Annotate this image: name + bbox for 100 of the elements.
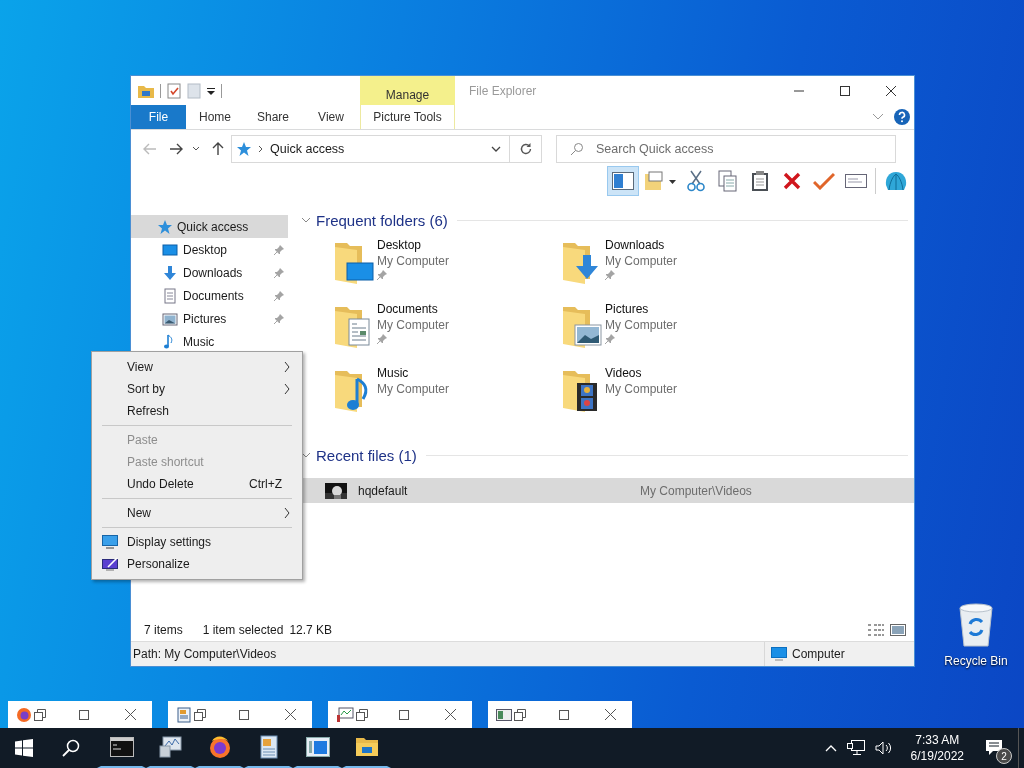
brush-monitor-icon	[102, 557, 118, 571]
minimized-window[interactable]	[168, 701, 312, 728]
folder-location: My Computer	[605, 254, 678, 268]
clock-date[interactable]: 6/19/2022	[910, 749, 964, 763]
sidebar-item[interactable]: Pictures	[131, 307, 288, 330]
chart-monitor-icon	[158, 736, 183, 758]
selection-count: 1 item selected	[202, 623, 284, 637]
menu-item[interactable]: New	[94, 502, 300, 524]
folder-location: My Computer	[377, 254, 450, 268]
recycle-bin-icon[interactable]	[956, 602, 996, 648]
file-name: hqdefault	[358, 483, 409, 498]
sidebar-item[interactable]: Desktop	[131, 238, 288, 261]
collapse-chevron-icon[interactable]	[301, 217, 311, 223]
minimized-window[interactable]	[8, 701, 152, 728]
refresh-icon	[518, 142, 533, 156]
context-group-label: Manage	[385, 88, 430, 102]
restore-icon[interactable]	[514, 708, 526, 721]
monitor-chart-icon[interactable]	[336, 706, 354, 723]
maximize-icon[interactable]	[239, 709, 249, 720]
menu-item[interactable]: Sort by	[94, 378, 300, 400]
address-dropdown-icon[interactable]	[491, 146, 501, 152]
show-hidden-icons-icon[interactable]	[824, 744, 837, 752]
recent-locations-icon[interactable]	[192, 146, 200, 152]
refresh-button[interactable]	[510, 135, 542, 163]
sidebar-item[interactable]: Quick access	[131, 215, 288, 238]
sidebar-item[interactable]: Music	[131, 330, 288, 353]
maximize-icon[interactable]	[559, 709, 569, 720]
recycle-bin-label[interactable]: Recycle Bin	[944, 654, 1008, 668]
close-icon	[886, 85, 896, 96]
clock-time[interactable]: 7:33 AM	[915, 733, 960, 747]
preview-pane-button[interactable]	[607, 166, 639, 196]
network-icon[interactable]	[846, 740, 865, 756]
search-icon	[570, 142, 584, 156]
window-icon	[305, 737, 330, 757]
windows-logo-icon	[14, 739, 33, 757]
document-icon	[258, 735, 279, 759]
search-icon	[62, 739, 80, 757]
address-location[interactable]: Quick access	[270, 142, 345, 156]
maximize-icon[interactable]	[79, 709, 89, 720]
folder-name[interactable]: Pictures	[605, 302, 649, 316]
ribbon-tab[interactable]: Picture Tools	[360, 105, 455, 129]
shell-icon	[883, 170, 908, 192]
dropdown-icon[interactable]	[207, 86, 215, 95]
details-view-icon[interactable]	[868, 624, 884, 636]
notification-count: 2	[996, 748, 1012, 764]
menu-item[interactable]: Refresh	[94, 400, 300, 422]
preview-pane-icon	[612, 172, 634, 190]
sidebar-item[interactable]: Downloads	[131, 261, 288, 284]
close-icon[interactable]	[125, 709, 136, 720]
browser-icon[interactable]	[16, 706, 32, 723]
menu-item[interactable]: Display settings	[94, 531, 300, 553]
search-field[interactable]: Search Quick access	[556, 135, 896, 163]
delete-icon	[782, 172, 801, 190]
folder-name[interactable]: Downloads	[605, 238, 665, 252]
expand-ribbon-icon[interactable]	[872, 113, 884, 121]
folder-location: My Computer	[377, 318, 450, 332]
sidebar-item[interactable]: Documents	[131, 284, 288, 307]
ribbon-tab[interactable]: View	[302, 105, 360, 129]
scissors-icon	[686, 170, 705, 192]
restore-icon[interactable]	[194, 708, 206, 721]
folder-location: My Computer	[605, 382, 678, 396]
window-title: File Explorer	[468, 83, 537, 98]
folder-name[interactable]: Desktop	[377, 238, 422, 252]
volume-icon[interactable]	[874, 741, 893, 755]
up-arrow-icon[interactable]	[212, 142, 224, 156]
maximize-icon[interactable]	[399, 709, 409, 720]
large-icons-view-icon[interactable]	[890, 624, 906, 636]
new-item-icon	[644, 171, 676, 191]
folder-icon[interactable]	[138, 83, 154, 98]
checkmark-icon	[812, 172, 835, 190]
menu-item[interactable]: Personalize	[94, 553, 300, 575]
terminal-icon	[109, 737, 134, 757]
window-icon[interactable]	[496, 706, 512, 723]
forward-arrow-icon[interactable]	[169, 143, 183, 155]
help-icon[interactable]	[894, 109, 910, 125]
folder-name[interactable]: Videos	[605, 366, 642, 380]
folder-name[interactable]: Documents	[377, 302, 438, 316]
close-icon[interactable]	[445, 709, 456, 720]
menu-item[interactable]: View	[94, 356, 300, 378]
ribbon-tab[interactable]: File	[131, 105, 186, 129]
folder-name[interactable]: Music	[377, 366, 409, 380]
minimized-window[interactable]	[328, 701, 472, 728]
selection-size: 12.7 KB	[289, 623, 333, 637]
file-path: My Computer\Videos	[640, 483, 752, 498]
properties-icon[interactable]	[167, 82, 181, 99]
ribbon-tab[interactable]: Home	[186, 105, 244, 129]
address-bar[interactable]: Quick access	[231, 135, 510, 163]
notifications-button[interactable]: 2	[972, 728, 1018, 768]
browser-icon	[207, 735, 232, 759]
minimized-window[interactable]	[488, 701, 632, 728]
copy-icon	[717, 170, 738, 192]
monitor-icon	[162, 241, 178, 258]
ribbon-tab[interactable]: Share	[244, 105, 302, 129]
monitor-icon	[102, 535, 118, 549]
restore-icon[interactable]	[34, 708, 46, 721]
close-icon[interactable]	[285, 709, 296, 720]
document-icon	[162, 287, 178, 304]
close-icon[interactable]	[605, 709, 616, 720]
breadcrumb-chevron-icon	[258, 145, 264, 153]
restore-icon[interactable]	[356, 708, 368, 721]
